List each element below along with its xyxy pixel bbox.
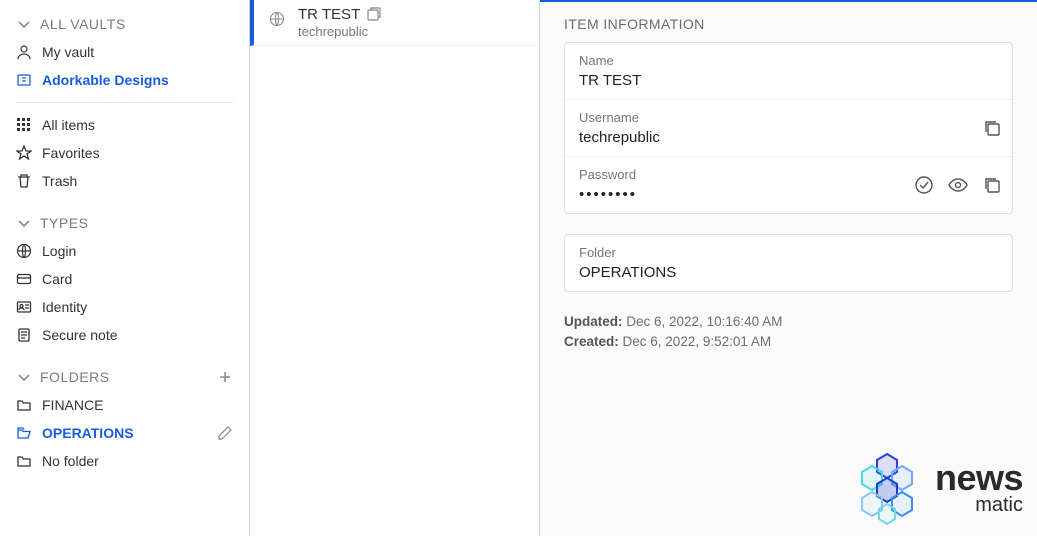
globe-icon (16, 243, 32, 259)
item-title: TR TEST (298, 6, 360, 23)
field-folder: Folder OPERATIONS (565, 235, 1012, 291)
toggle-password-visibility-button[interactable] (948, 175, 968, 195)
folder-open-icon (16, 425, 32, 441)
star-icon (16, 145, 32, 161)
section-header-all-vaults[interactable]: ALL VAULTS (0, 10, 249, 38)
sidebar-item-label: My vault (42, 44, 94, 60)
sidebar-item-label: Adorkable Designs (42, 72, 169, 88)
sidebar-item-folder-operations[interactable]: OPERATIONS (0, 419, 249, 447)
sidebar: ALL VAULTS My vault Adorkable Designs Al… (0, 0, 250, 536)
field-label: Username (579, 110, 998, 125)
list-item[interactable]: TR TEST techrepublic (250, 0, 539, 46)
sidebar-item-type-login[interactable]: Login (0, 237, 249, 265)
add-folder-button[interactable] (217, 369, 233, 385)
item-info-card: Name TR TEST Username techrepublic Passw… (564, 42, 1013, 214)
sidebar-item-label: Trash (42, 173, 77, 189)
section-header-folders[interactable]: FOLDERS (0, 363, 249, 391)
item-list: TR TEST techrepublic (250, 0, 540, 536)
sidebar-item-label: All items (42, 117, 95, 133)
sidebar-item-label: Login (42, 243, 76, 259)
sidebar-item-type-identity[interactable]: Identity (0, 293, 249, 321)
updated-value: Dec 6, 2022, 10:16:40 AM (626, 314, 782, 329)
sidebar-item-my-vault[interactable]: My vault (0, 38, 249, 66)
globe-icon (266, 8, 288, 30)
item-meta: Updated: Dec 6, 2022, 10:16:40 AM Create… (564, 312, 1013, 353)
sidebar-item-label: Identity (42, 299, 87, 315)
sidebar-item-org-vault[interactable]: Adorkable Designs (0, 66, 249, 94)
sidebar-item-type-note[interactable]: Secure note (0, 321, 249, 349)
section-label: ALL VAULTS (40, 16, 126, 32)
divider (16, 102, 233, 103)
sidebar-item-trash[interactable]: Trash (0, 167, 249, 195)
item-subtitle: techrepublic (298, 24, 527, 39)
id-icon (16, 299, 32, 315)
field-value: techrepublic (579, 129, 998, 146)
shared-icon (366, 7, 382, 23)
section-label: FOLDERS (40, 369, 110, 385)
field-value: TR TEST (579, 72, 998, 89)
copy-username-button[interactable] (982, 118, 1002, 138)
sidebar-item-folder-finance[interactable]: FINANCE (0, 391, 249, 419)
sidebar-item-label: Favorites (42, 145, 100, 161)
field-label: Folder (579, 245, 998, 260)
grid-icon (16, 117, 32, 133)
check-password-button[interactable] (914, 175, 934, 195)
sidebar-item-folder-none[interactable]: No folder (0, 447, 249, 475)
field-label: Name (579, 53, 998, 68)
field-password: Password •••••••• (565, 157, 1012, 213)
chevron-down-icon (16, 215, 32, 231)
edit-folder-button[interactable] (217, 425, 233, 441)
detail-pane: ITEM INFORMATION Name TR TEST Username t… (540, 0, 1037, 536)
folder-icon (16, 453, 32, 469)
logo-text-line1: news (935, 462, 1023, 494)
folder-icon (16, 397, 32, 413)
copy-password-button[interactable] (982, 175, 1002, 195)
brand-logo: news matic (847, 448, 1023, 528)
sidebar-item-all-items[interactable]: All items (0, 111, 249, 139)
sidebar-item-type-card[interactable]: Card (0, 265, 249, 293)
folder-card: Folder OPERATIONS (564, 234, 1013, 292)
chevron-down-icon (16, 16, 32, 32)
logo-mark-icon (847, 448, 927, 528)
user-icon (16, 44, 32, 60)
trash-icon (16, 173, 32, 189)
created-value: Dec 6, 2022, 9:52:01 AM (623, 334, 772, 349)
chevron-down-icon (16, 369, 32, 385)
sidebar-item-label: Secure note (42, 327, 118, 343)
sidebar-item-label: No folder (42, 453, 99, 469)
field-username: Username techrepublic (565, 100, 1012, 157)
updated-label: Updated: (564, 314, 623, 329)
sidebar-item-label: Card (42, 271, 72, 287)
field-name: Name TR TEST (565, 43, 1012, 100)
detail-header: ITEM INFORMATION (564, 16, 1013, 32)
field-value: OPERATIONS (579, 264, 998, 281)
logo-text-line2: matic (975, 496, 1023, 514)
section-label: TYPES (40, 215, 88, 231)
note-icon (16, 327, 32, 343)
sidebar-item-favorites[interactable]: Favorites (0, 139, 249, 167)
card-icon (16, 271, 32, 287)
created-label: Created: (564, 334, 619, 349)
sidebar-item-label: OPERATIONS (42, 425, 134, 441)
section-header-types[interactable]: TYPES (0, 209, 249, 237)
business-icon (16, 72, 32, 88)
sidebar-item-label: FINANCE (42, 397, 103, 413)
